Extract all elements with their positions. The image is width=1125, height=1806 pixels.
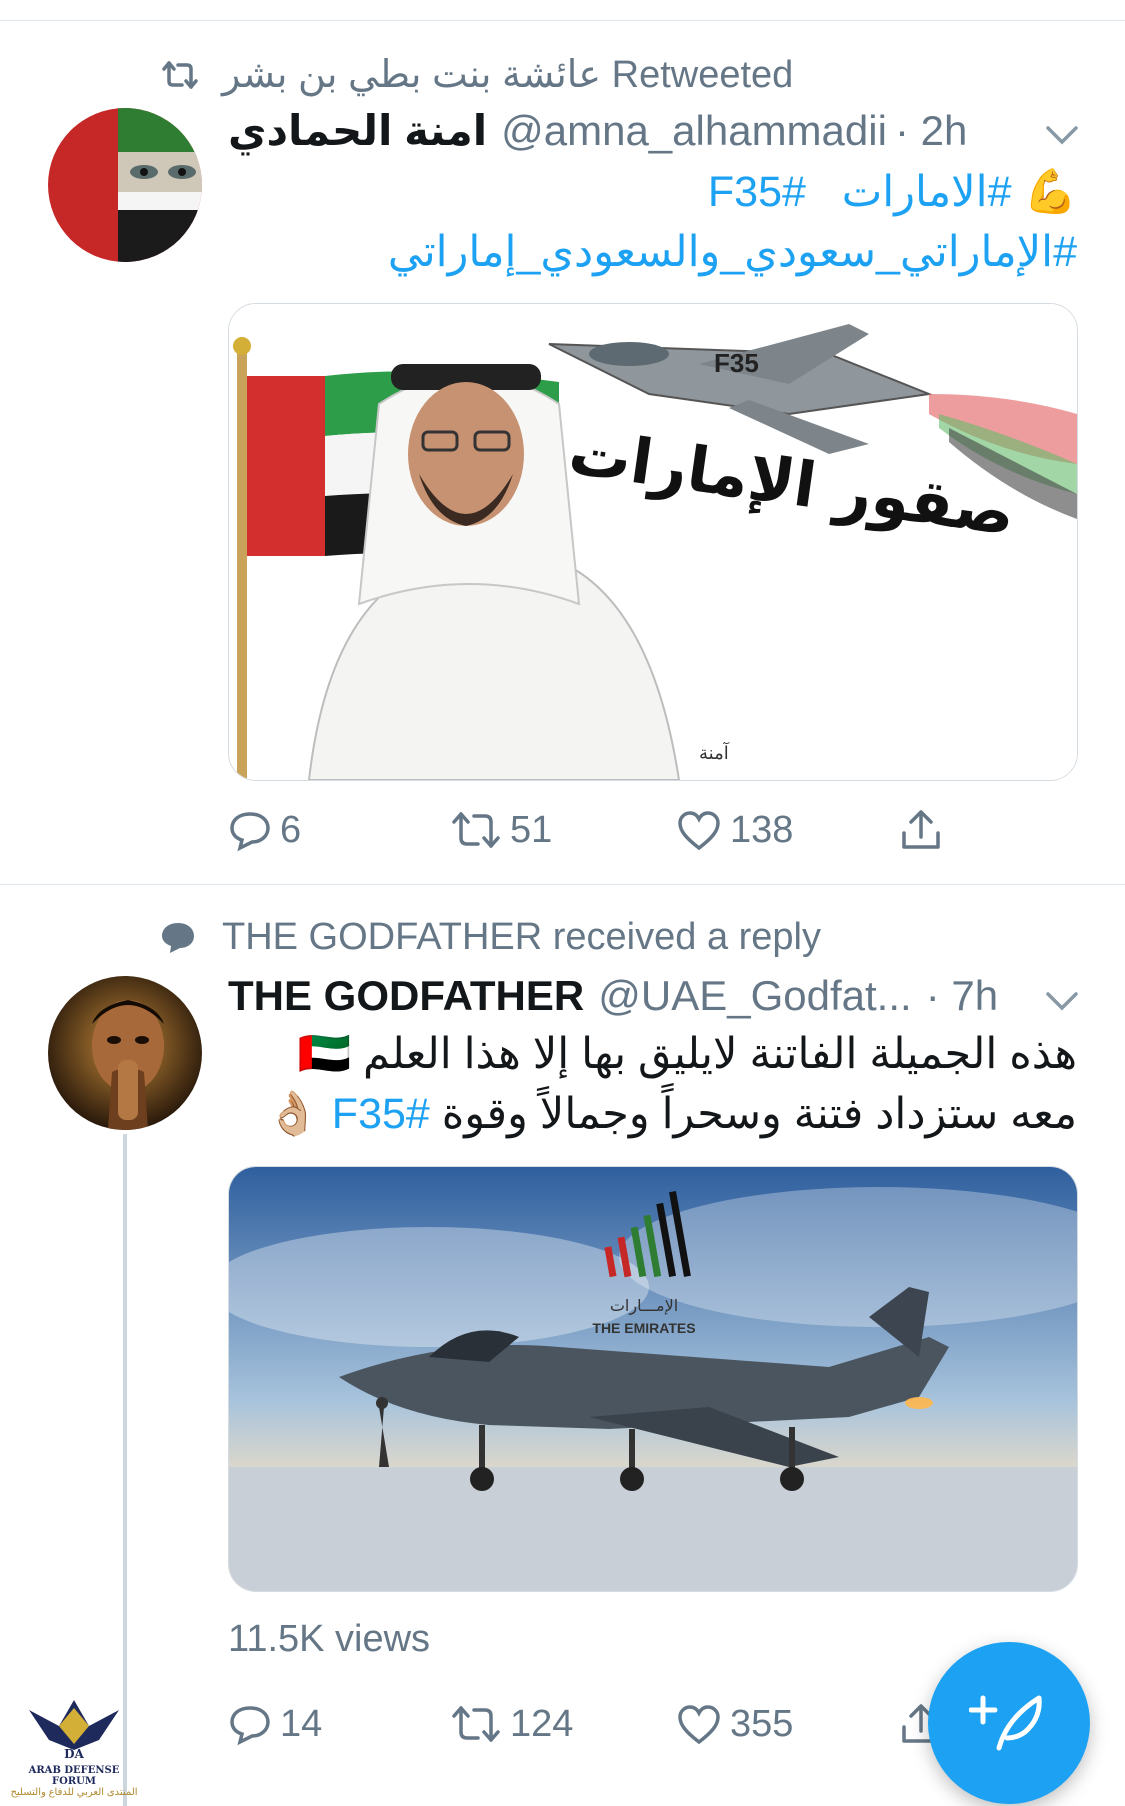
reply-button[interactable]: 6 (228, 800, 301, 860)
tweet2-line1-text: هذه الجميلة الفاتنة لايليق بها إلا هذا ا… (363, 1030, 1077, 1078)
forum-name-arabic: المنتدى العربي للدفاع والتسليح (10, 1787, 138, 1798)
view-count: 11.5K views (228, 1618, 431, 1660)
logo-text-arabic: الإمـــارات (610, 1296, 678, 1316)
like-button[interactable]: 355 (676, 1694, 793, 1754)
tweet2-text-line1: هذه الجميلة الفاتنة لايليق بها إلا هذا ا… (227, 1024, 1078, 1084)
hashtag-emirates[interactable]: #الامارات (842, 168, 1012, 216)
arab-defense-forum-watermark: DA ARAB DEFENSE FORUM المنتدى العربي للد… (8, 1690, 140, 1806)
tweet-time[interactable]: · 7h (926, 972, 998, 1020)
compose-tweet-button[interactable] (928, 1642, 1090, 1804)
retweet-icon (452, 812, 500, 848)
like-button[interactable]: 138 (676, 800, 793, 860)
like-icon (678, 1705, 720, 1745)
tweet2-line2-text: معه ستزداد فتنة وسحراً وجمالاً وقوة (441, 1090, 1077, 1138)
author-handle[interactable]: @UAE_Godfat... (598, 972, 911, 1020)
tweet2-text-line2: معه ستزداد فتنة وسحراً وجمالاً وقوة #F35… (227, 1084, 1077, 1144)
author-name[interactable]: THE GODFATHER (228, 972, 584, 1020)
retweeted-by-text: عائشة بنت بطي بن بشر Retweeted (222, 54, 794, 96)
received-reply-text: THE GODFATHER received a reply (222, 916, 822, 958)
reply-count: 6 (280, 808, 302, 851)
chevron-down-icon[interactable] (1042, 120, 1082, 148)
reply-count: 14 (280, 1702, 323, 1745)
retweet-icon (160, 55, 204, 95)
retweeted-by-line[interactable]: عائشة بنت بطي بن بشر Retweeted (160, 52, 793, 97)
author-name[interactable]: امنة الحمادي (228, 106, 487, 155)
tweet1-header: امنة الحمادي @amna_alhammadii · 2h (228, 106, 967, 155)
logo-text-english: THE EMIRATES (592, 1320, 695, 1336)
retweet-icon (452, 1706, 500, 1742)
hashtag-f35[interactable]: #F35 (708, 168, 806, 216)
tweet1-image[interactable]: F35 صقور الإمارات آمنة (228, 303, 1078, 781)
hashtag-f35[interactable]: #F35 (332, 1090, 430, 1138)
like-count: 355 (730, 1702, 794, 1745)
share-button[interactable] (898, 800, 952, 860)
tweet1-actions: 6 51 138 (228, 800, 988, 860)
chevron-down-icon[interactable] (1042, 986, 1082, 1014)
share-icon (902, 810, 940, 849)
tweet-time[interactable]: · 2h (895, 107, 967, 155)
flexed-biceps-emoji: 💪 (1023, 168, 1077, 216)
uae-flag-emoji: 🇦🇪 (297, 1030, 352, 1078)
comment-bubble-icon (160, 918, 204, 958)
retweet-button[interactable]: 124 (450, 1694, 573, 1754)
retweet-count: 51 (510, 808, 553, 851)
tweet1-text: 💪 #الامارات #F35 #الإماراتي_سعودي_والسعو… (227, 162, 1077, 282)
hashtag-emirati-saudi[interactable]: #الإماراتي_سعودي_والسعودي_إماراتي (388, 228, 1077, 276)
received-reply-line[interactable]: THE GODFATHER received a reply (160, 916, 821, 959)
tweet-divider (0, 884, 1125, 885)
avatar-amna[interactable] (48, 108, 202, 262)
tweet2-actions: 14 124 355 (228, 1694, 988, 1754)
image-plane-label: F35 (714, 348, 759, 378)
ok-hand-emoji: 👌🏼 (266, 1090, 320, 1138)
tweet1-text-line2: #الإماراتي_سعودي_والسعودي_إماراتي (227, 222, 1077, 282)
like-count: 138 (730, 808, 794, 851)
tweet2-text: هذه الجميلة الفاتنة لايليق بها إلا هذا ا… (227, 1024, 1077, 1144)
tweet2-header: THE GODFATHER @UAE_Godfat... · 7h (228, 972, 998, 1020)
reply-icon (230, 1706, 270, 1746)
avatar-godfather[interactable] (48, 976, 202, 1130)
forum-logo-icon: DA (29, 1700, 119, 1761)
compose-icon (969, 1695, 1042, 1751)
top-divider (0, 20, 1125, 21)
retweet-count: 124 (510, 1702, 574, 1745)
reply-icon (230, 812, 270, 852)
retweet-button[interactable]: 51 (450, 800, 552, 860)
forum-logo-text: DA (64, 1747, 84, 1760)
tweet2-image[interactable]: الإمـــارات THE EMIRATES (228, 1166, 1078, 1592)
reply-button[interactable]: 14 (228, 1694, 322, 1754)
forum-name-english: ARAB DEFENSE FORUM (28, 1765, 120, 1787)
tweet1-text-line1: 💪 #الامارات #F35 (227, 162, 1077, 222)
image-signature: آمنة (699, 741, 730, 764)
author-handle[interactable]: @amna_alhammadii (501, 107, 887, 155)
like-icon (678, 811, 720, 851)
